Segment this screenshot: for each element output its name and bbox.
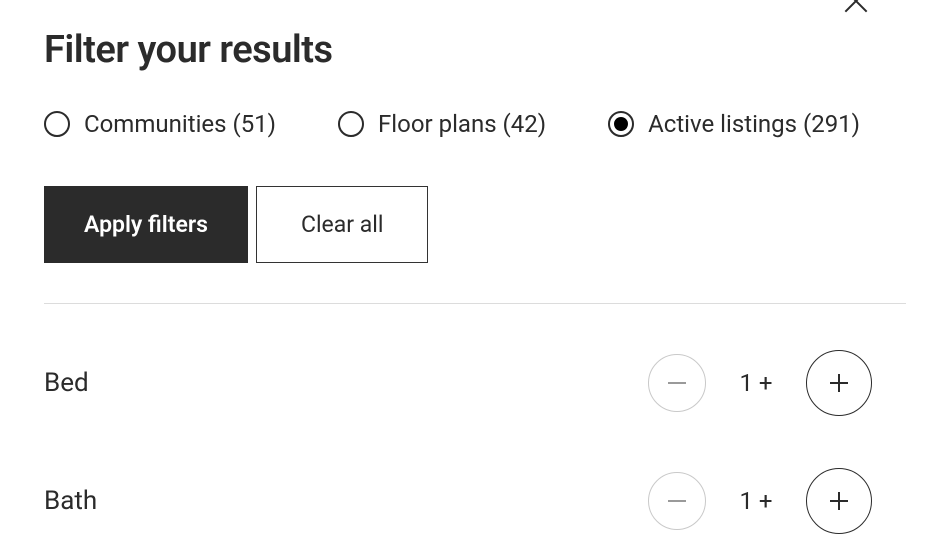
radio-floor-plans[interactable]: Floor plans (42) xyxy=(338,110,546,138)
bed-decrement-button[interactable] xyxy=(648,354,706,412)
bed-increment-button[interactable] xyxy=(806,350,872,416)
bed-value: 1 + xyxy=(736,369,776,397)
apply-filters-button[interactable]: Apply filters xyxy=(44,186,248,263)
bath-stepper-row: Bath 1 + xyxy=(44,468,906,534)
bed-stepper: 1 + xyxy=(648,350,906,416)
bath-label: Bath xyxy=(44,486,97,516)
bed-label: Bed xyxy=(44,368,89,398)
action-buttons: Apply filters Clear all xyxy=(44,186,906,263)
clear-all-button[interactable]: Clear all xyxy=(256,186,428,263)
bath-stepper: 1 + xyxy=(648,468,906,534)
bed-stepper-row: Bed 1 + xyxy=(44,350,906,416)
close-icon xyxy=(840,0,872,16)
bath-value: 1 + xyxy=(736,487,776,515)
radio-label: Floor plans (42) xyxy=(378,110,546,138)
minus-icon xyxy=(668,500,686,502)
radio-icon xyxy=(44,111,70,137)
divider xyxy=(44,303,906,304)
bath-increment-button[interactable] xyxy=(806,468,872,534)
radio-label: Active listings (291) xyxy=(648,110,860,138)
plus-icon xyxy=(830,492,848,510)
close-button[interactable] xyxy=(836,0,876,16)
filter-type-radios: Communities (51) Floor plans (42) Active… xyxy=(44,110,906,138)
radio-active-listings[interactable]: Active listings (291) xyxy=(608,110,860,138)
plus-icon xyxy=(830,374,848,392)
page-title: Filter your results xyxy=(44,28,906,72)
radio-icon-selected xyxy=(608,111,634,137)
radio-label: Communities (51) xyxy=(84,110,276,138)
minus-icon xyxy=(668,382,686,384)
bath-decrement-button[interactable] xyxy=(648,472,706,530)
radio-icon xyxy=(338,111,364,137)
radio-communities[interactable]: Communities (51) xyxy=(44,110,276,138)
